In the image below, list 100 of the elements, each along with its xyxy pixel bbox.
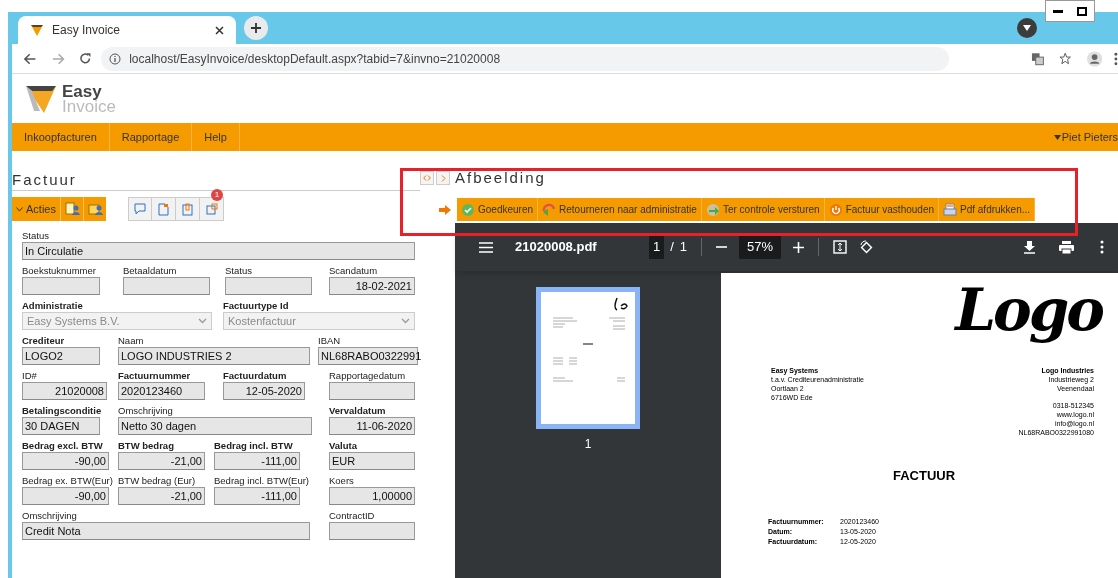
input-field[interactable]: 1,00000 (329, 487, 415, 505)
menu-icon[interactable] (479, 241, 493, 253)
input-field[interactable]: -90,00 (22, 452, 109, 470)
toolbar-button[interactable] (60, 197, 83, 221)
input-field[interactable]: In Circulatie (22, 242, 415, 260)
zoom-field[interactable]: 57% (739, 235, 782, 259)
star-icon[interactable] (1058, 52, 1071, 65)
toolbar-button[interactable] (83, 197, 106, 221)
caret-icon (1023, 25, 1031, 31)
panel-title: Afbeelding (455, 167, 546, 188)
input-field[interactable] (22, 277, 100, 295)
address-bar[interactable]: localhost/EasyInvoice/desktopDefault.aspx?tabid=7&invno=21020008 (101, 46, 950, 71)
close-icon[interactable] (215, 25, 224, 35)
menu-item[interactable]: Rapportage (109, 123, 193, 151)
field-label: Crediteur (22, 334, 65, 347)
clipboard-icon (182, 202, 193, 216)
input-field[interactable]: 18-02-2021 (329, 277, 415, 295)
input-field[interactable]: -111,00 (214, 487, 300, 505)
chevron-icon (401, 318, 410, 324)
action-button[interactable]: Factuur vasthouden (824, 198, 939, 221)
action-button[interactable]: Pdf afdrukken... (939, 198, 1036, 221)
input-field[interactable]: 21020008 (22, 382, 107, 400)
input-field[interactable]: 2020123460 (118, 382, 205, 400)
reload-icon[interactable] (78, 52, 92, 65)
input-field[interactable] (329, 522, 415, 540)
field-label: Factuurdatum (223, 369, 287, 382)
action-button[interactable]: Retourneren naar administratie (538, 198, 702, 221)
input-field[interactable] (329, 382, 415, 400)
avatar-icon[interactable] (1086, 50, 1103, 67)
input-field[interactable]: 12-05-2020 (223, 382, 305, 400)
field-label: Status (22, 229, 49, 242)
input-field[interactable]: Netto 30 dagen (118, 417, 312, 435)
field-label: Betalingsconditie (22, 404, 102, 417)
new-tab-button[interactable] (244, 16, 268, 40)
url-text: localhost/EasyInvoice/desktopDefault.aspx?tabid=7&invno=21020008 (129, 50, 501, 68)
back-icon[interactable] (24, 52, 37, 65)
field-label: Naam (118, 334, 144, 347)
input-field[interactable] (123, 277, 210, 295)
input-field[interactable]: Credit Nota (22, 522, 310, 540)
power-icon (828, 202, 843, 217)
tab-title: Easy Invoice (52, 22, 122, 39)
user-menu[interactable]: Piet Pieters (1061, 128, 1118, 146)
input-field[interactable]: EUR (329, 452, 415, 470)
field-label: IBAN (318, 334, 341, 347)
code-icon (423, 175, 431, 181)
profile-button[interactable] (1017, 18, 1037, 38)
action-button[interactable]: Goedkeuren (457, 198, 539, 221)
document-title: FACTUUR (893, 467, 956, 485)
browser-tab[interactable]: Easy Invoice (18, 16, 236, 44)
field-label: Bedrag ex. BTW(Eur) (22, 474, 113, 487)
page-number-field[interactable]: 1 (649, 235, 665, 259)
field-label: Valuta (329, 439, 357, 452)
info-icon (109, 52, 122, 65)
download-icon[interactable] (1024, 240, 1035, 254)
field-label: Status (225, 264, 252, 277)
chevron-icon (198, 318, 207, 324)
input-field[interactable]: 30 DAGEN (22, 417, 100, 435)
input-field[interactable]: LOGO2 (22, 347, 100, 365)
field-label: Scandatum (329, 264, 378, 277)
chevron-icon (440, 174, 446, 182)
menu-item[interactable]: Help (192, 123, 240, 151)
panel-title: Factuur (12, 171, 420, 191)
input-field[interactable]: 11-06-2020 (329, 417, 415, 435)
field-label: ID# (22, 369, 37, 382)
field-label: Bedrag incl. BTW(Eur) (214, 474, 310, 487)
zoom-in-icon[interactable] (793, 241, 805, 253)
input-field[interactable]: -90,00 (22, 487, 109, 505)
menu-item[interactable]: Inkoopfacturen (12, 123, 110, 151)
rotate-icon[interactable] (859, 240, 874, 254)
input-field[interactable]: -21,00 (118, 487, 205, 505)
actions-dropdown[interactable]: Acties (12, 197, 60, 221)
page-thumbnail[interactable] (536, 287, 640, 429)
print-icon[interactable] (1059, 240, 1074, 254)
input-field[interactable]: -111,00 (214, 452, 300, 470)
document-icon (158, 202, 169, 216)
notes-button[interactable] (200, 197, 224, 221)
field-label: BTW bedrag (Eur) (118, 474, 196, 487)
maximize-icon[interactable] (1077, 6, 1087, 16)
action-button[interactable]: Ter controle versturen (701, 198, 825, 221)
fit-page-icon[interactable] (833, 240, 848, 254)
logo-icon (30, 23, 44, 37)
input-field[interactable]: -21,00 (118, 452, 205, 470)
input-field[interactable] (225, 277, 312, 295)
document-button[interactable] (152, 197, 176, 221)
more-icon[interactable] (1100, 240, 1104, 254)
speech-bubble-icon (134, 203, 146, 215)
field-label: Omschrijving (118, 404, 173, 417)
arrow-icon (439, 204, 451, 215)
logo-text: Logo (955, 275, 1102, 346)
file-name: 21020008.pdf (515, 238, 598, 257)
field-label: Betaaldatum (123, 264, 177, 277)
field-label: Boekstuknummer (22, 264, 96, 277)
input-field[interactable]: LOGO INDUSTRIES 2 (118, 347, 310, 365)
printer-icon (943, 202, 957, 217)
translate-icon[interactable] (1031, 51, 1045, 66)
more-icon[interactable] (1114, 51, 1118, 66)
page-count: 1 (679, 238, 688, 257)
people-icon (64, 202, 80, 216)
thumbnail-label: 1 (584, 436, 592, 453)
field-label: Koers (329, 474, 354, 487)
